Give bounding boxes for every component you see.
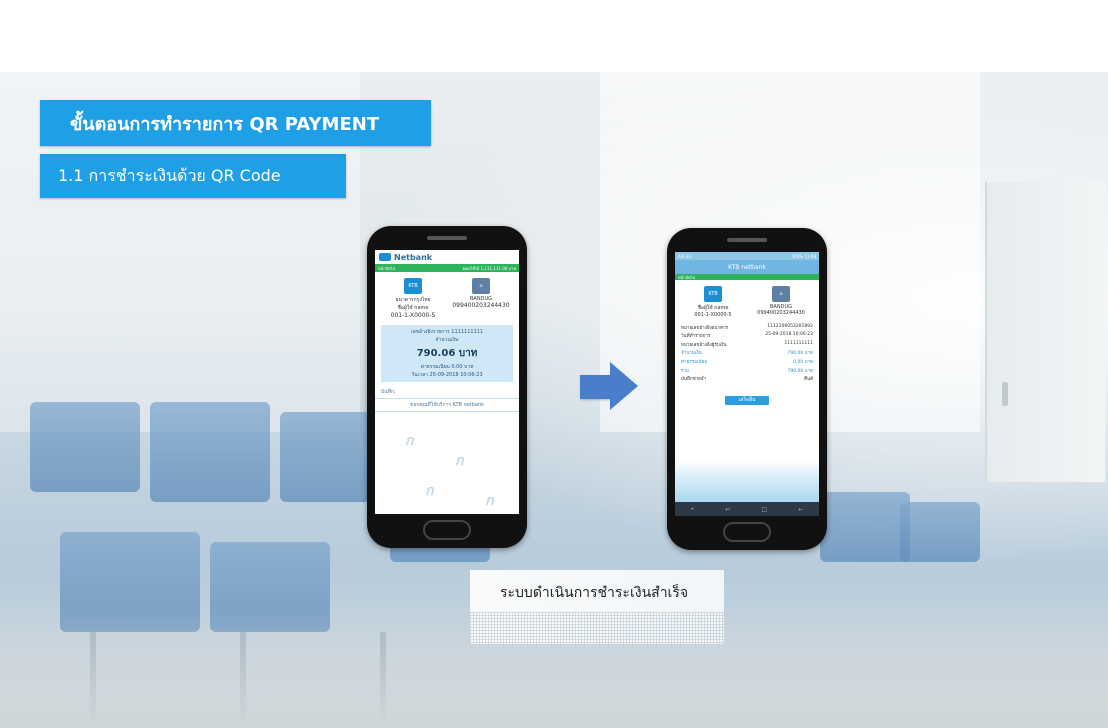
- to-account: ⌂ BANDUG 099400203244430: [451, 278, 511, 319]
- door: [985, 182, 1105, 482]
- accounts-row: KTB ชื่อผู้ใช้ name 001-1-X0000-5 ⌂ BAND…: [675, 280, 819, 320]
- amount-value: 790.06 บาท: [416, 348, 478, 359]
- app-header: Netbank: [375, 250, 519, 264]
- android-nav-bar: • ↩ □ ←: [675, 502, 819, 516]
- detail-row: รวม 790.06 บาท: [681, 368, 813, 374]
- to-account-number: 099400203244430: [452, 302, 510, 309]
- home-button[interactable]: [723, 522, 771, 542]
- bank-building-icon: ⌂: [772, 286, 790, 302]
- watermark-icon: ก: [405, 433, 414, 449]
- to-account: ⌂ BANDUG 099400203244430: [751, 286, 811, 318]
- section-heading: 1.1 การชำระเงินด้วย QR Code: [40, 154, 346, 198]
- done-button[interactable]: เสร็จสิ้น: [725, 395, 769, 405]
- memo-label: บันทึก:: [375, 386, 519, 399]
- date-text: วันเวลา 25-09-2018 10:06:23: [411, 372, 483, 378]
- fee-text: ค่าธรรมเนียม 0.00 บาท: [420, 364, 474, 370]
- ref-label: เลขอ้างอิงรายการ 1111111111: [410, 329, 484, 335]
- phone-speaker: [727, 238, 767, 242]
- phone2-screen: AIS 3G 100% 11:08 KTB netbank หน้าถัดไป …: [675, 252, 819, 516]
- balance-text: ยอดใช้ได้ 1,111,111.00 บาท: [462, 265, 516, 271]
- phone-success-screen: AIS 3G 100% 11:08 KTB netbank หน้าถัดไป …: [667, 228, 827, 550]
- bank-building-icon: ⌂: [472, 278, 490, 294]
- caption-text: ระบบดำเนินการชำระเงินสำเร็จ: [500, 585, 689, 601]
- app-header: KTB netbank: [675, 260, 819, 274]
- app-name: Netbank: [394, 252, 433, 262]
- next-link[interactable]: หน้าถัดไป: [378, 265, 395, 272]
- phone-payment-screen: Netbank หน้าถัดไป ยอดใช้ได้ 1,111,111.00…: [367, 226, 527, 548]
- nav-home-icon[interactable]: □: [762, 506, 768, 513]
- detail-row: หมายเลขอ้างอิงธนาคาร 1112106053201892: [681, 323, 813, 331]
- ktb-bank-icon: KTB: [404, 278, 422, 294]
- from-bank-name: ธนาคารกรุงไทย: [395, 297, 431, 303]
- nav-back-icon[interactable]: ↩: [725, 506, 730, 513]
- from-user: ชื่อผู้ใช้ name: [397, 305, 429, 311]
- to-account-number: 099400203244430: [757, 310, 805, 316]
- nav-dot-icon[interactable]: •: [691, 506, 695, 513]
- detail-row: หมายเลขอ้างอิงผู้รับเงิน 1111111111: [681, 340, 813, 348]
- detail-row: ค่าธรรมเนียม 0.00 บาท: [681, 359, 813, 365]
- caption-box: ระบบดำเนินการชำระเงินสำเร็จ: [470, 570, 724, 644]
- details-list: หมายเลขอ้างอิงธนาคาร 1112106053201892 วัน…: [675, 320, 819, 386]
- status-bar: AIS 3G 100% 11:08: [675, 252, 819, 260]
- from-account-number: 001-1-X0000-5: [694, 312, 732, 318]
- status-bar: หน้าถัดไป ยอดใช้ได้ 1,111,111.00 บาท: [375, 264, 519, 272]
- right-arrow-icon: [580, 362, 640, 410]
- phone1-screen: Netbank หน้าถัดไป ยอดใช้ได้ 1,111,111.00…: [375, 250, 519, 514]
- carrier-text: AIS 3G: [678, 253, 692, 259]
- page-title-text: ขั้นตอนการทำรายการ QR PAYMENT: [70, 113, 380, 135]
- home-button[interactable]: [423, 520, 471, 540]
- battery-time: 100% 11:08: [791, 253, 816, 259]
- nav-recent-icon[interactable]: ←: [798, 506, 803, 513]
- watermark-icon: ก: [455, 453, 464, 469]
- page-title: ขั้นตอนการทำรายการ QR PAYMENT: [40, 100, 431, 146]
- detail-row: บันทึกช่วยจำ คืนดี: [681, 377, 813, 383]
- ktb-bank-icon: KTB: [704, 286, 722, 302]
- detail-row: จำนวนเงิน 790.06 บาท: [681, 351, 813, 357]
- amount-box: เลขอ้างอิงรายการ 1111111111 จำนวนเงิน 79…: [381, 325, 513, 382]
- thanks-text: ขอบคุณที่ใช้บริการ KTB netbank: [375, 399, 519, 412]
- from-user: ชื่อผู้ใช้ name: [697, 305, 729, 311]
- from-account: KTB ชื่อผู้ใช้ name 001-1-X0000-5: [683, 286, 743, 318]
- grid-pattern: [470, 612, 724, 644]
- accounts-row: KTB ธนาคารกรุงไทย ชื่อผู้ใช้ name 001-1-…: [375, 272, 519, 321]
- from-account: KTB ธนาคารกรุงไทย ชื่อผู้ใช้ name 001-1-…: [383, 278, 443, 319]
- amount-label: จำนวนเงิน: [435, 337, 459, 343]
- section-heading-text: 1.1 การชำระเงินด้วย QR Code: [58, 165, 281, 185]
- ktb-logo-icon: [379, 253, 391, 261]
- from-account-number: 001-1-X0000-5: [390, 312, 436, 319]
- watermark-icon: ก: [485, 493, 494, 509]
- phone-speaker: [427, 236, 467, 240]
- watermark-icon: ก: [425, 483, 434, 499]
- detail-row: วันที่ทำรายการ 25-09-2018 10:06:23: [681, 332, 813, 340]
